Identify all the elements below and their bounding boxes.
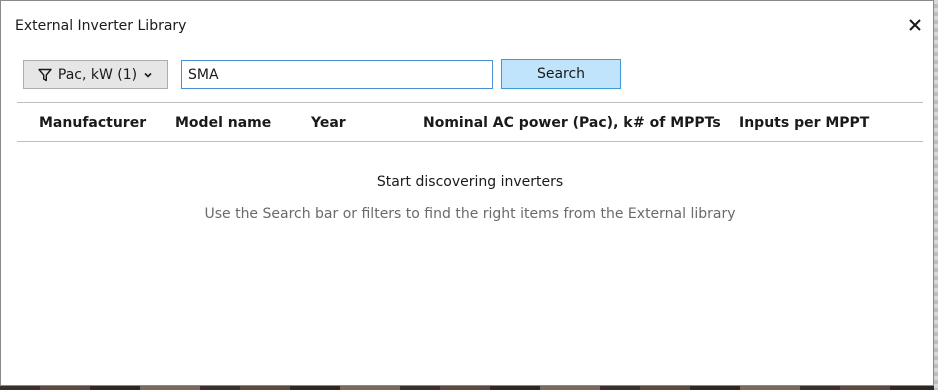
column-header-nominal-ac-power[interactable]: Nominal AC power (Pac), k: [423, 115, 633, 131]
column-header-mppts[interactable]: # of MPPTs: [633, 115, 721, 131]
column-header-year[interactable]: Year: [311, 115, 346, 131]
external-inverter-library-dialog: External Inverter Library Pac, kW (1) Se…: [0, 0, 934, 386]
search-button[interactable]: Search: [501, 59, 621, 89]
column-header-model-name[interactable]: Model name: [175, 115, 271, 131]
search-input[interactable]: [181, 60, 493, 89]
filter-dropdown-button[interactable]: Pac, kW (1): [23, 60, 168, 89]
background-edge: [934, 0, 938, 390]
chevron-down-icon: [144, 72, 152, 78]
header-top-divider: [17, 102, 923, 103]
filter-label: Pac, kW (1): [57, 66, 138, 83]
close-icon: [909, 19, 921, 31]
empty-state-subtitle: Use the Search bar or filters to find th…: [204, 206, 736, 222]
header-bottom-divider: [17, 141, 923, 142]
column-header-manufacturer[interactable]: Manufacturer: [39, 115, 146, 131]
column-header-inputs-per-mppt[interactable]: Inputs per MPPT: [739, 115, 869, 131]
close-button[interactable]: [905, 15, 925, 35]
funnel-icon: [38, 68, 52, 81]
empty-state-title: Start discovering inverters: [376, 174, 564, 190]
dialog-title: External Inverter Library: [15, 18, 187, 34]
